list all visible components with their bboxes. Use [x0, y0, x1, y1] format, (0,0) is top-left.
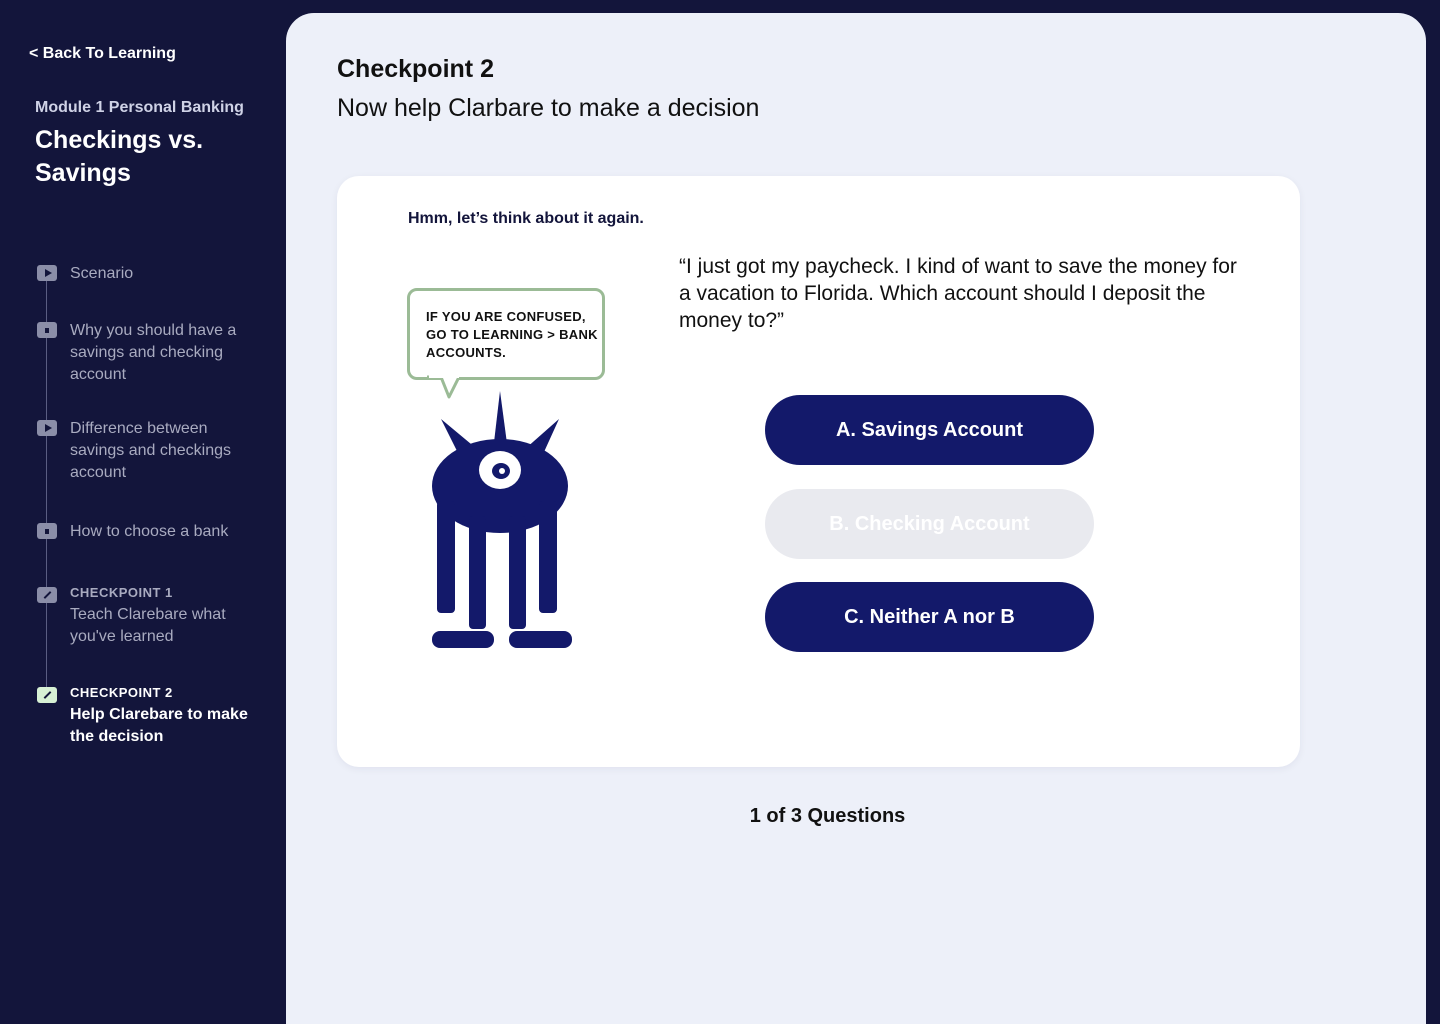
play-icon [37, 420, 57, 436]
module-label: Module 1 Personal Banking [35, 99, 244, 116]
step-label: Help Clarebare to make the decision [70, 706, 248, 745]
answer-b-button: B. Checking Account [765, 489, 1094, 559]
sidebar-step-choose-bank[interactable]: How to choose a bank [37, 521, 262, 543]
page-subtitle: Now help Clarbare to make a decision [337, 94, 760, 122]
back-to-learning-link[interactable]: < Back To Learning [29, 45, 176, 63]
sidebar-step-why-savings-checking[interactable]: Why you should have a savings and checki… [37, 320, 262, 386]
step-label: Why you should have a savings and checki… [70, 322, 237, 383]
sidebar-step-checkpoint-2[interactable]: CHECKPOINT 2 Help Clarebare to make the … [37, 685, 262, 748]
sidebar-step-scenario[interactable]: Scenario [37, 263, 262, 285]
question-card: Hmm, let’s think about it again. IF YOU … [337, 176, 1300, 767]
speech-bubble: IF YOU ARE CONFUSED, GO TO LEARNING > BA… [407, 288, 605, 380]
step-label: Teach Clarebare what you've learned [70, 606, 226, 645]
sidebar-step-checkpoint-1[interactable]: CHECKPOINT 1 Teach Clarebare what you've… [37, 585, 262, 648]
step-label: Difference between savings and checkings… [70, 420, 231, 481]
step-label: Scenario [70, 265, 134, 282]
question-progress: 1 of 3 Questions [749, 805, 906, 827]
feedback-hint: Hmm, let’s think about it again. [408, 210, 644, 227]
step-checkpoint-label: CHECKPOINT 1 [70, 585, 173, 600]
monster-mascot-icon [432, 391, 572, 648]
document-icon [37, 322, 57, 338]
page-title: Checkpoint 2 [337, 55, 494, 83]
pencil-icon [37, 687, 57, 703]
speech-bubble-text: IF YOU ARE CONFUSED, GO TO LEARNING > BA… [426, 309, 598, 360]
step-label: How to choose a bank [70, 523, 229, 540]
document-icon [37, 523, 57, 539]
answer-a-button[interactable]: A. Savings Account [765, 395, 1094, 465]
play-icon [37, 265, 57, 281]
question-text: “I just got my paycheck. I kind of want … [679, 255, 1237, 332]
pencil-icon [37, 587, 57, 603]
sidebar-step-difference[interactable]: Difference between savings and checkings… [37, 418, 262, 484]
step-checkpoint-label: CHECKPOINT 2 [70, 685, 173, 700]
module-title: Checkings vs. Savings [35, 126, 204, 187]
sidebar: < Back To Learning Module 1 Personal Ban… [0, 0, 286, 1024]
answer-c-button[interactable]: C. Neither A nor B [765, 582, 1094, 652]
main-panel: Checkpoint 2 Now help Clarbare to make a… [286, 13, 1426, 1024]
